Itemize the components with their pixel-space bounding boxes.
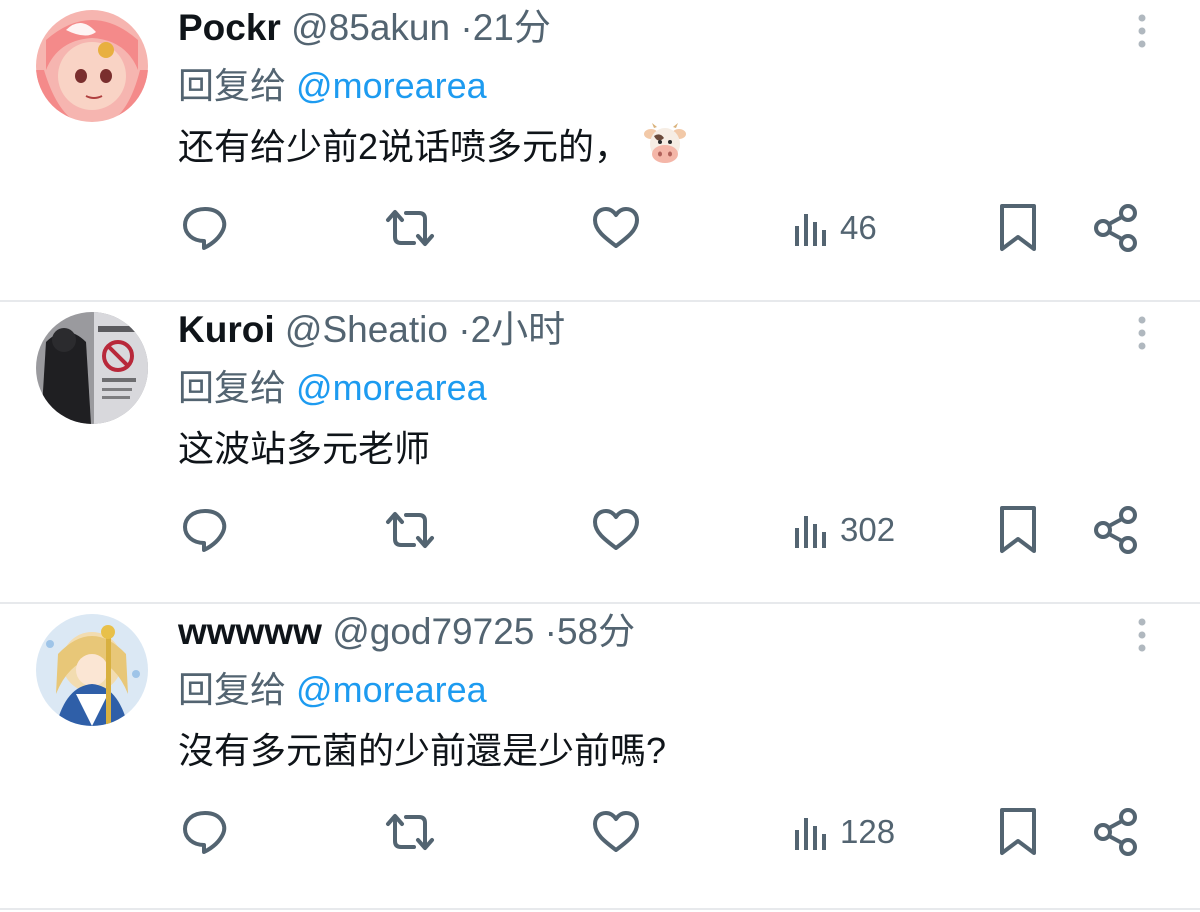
tweet-actions: 46 xyxy=(0,196,1200,260)
tweet-text: 还有给少前2说话喷多元的， xyxy=(178,122,688,172)
avatar[interactable] xyxy=(36,10,148,122)
views-count: 46 xyxy=(840,209,877,246)
share-button[interactable] xyxy=(1090,806,1142,858)
more-options-icon[interactable] xyxy=(1132,314,1152,354)
like-button[interactable] xyxy=(590,806,642,858)
display-name[interactable]: wwwww xyxy=(178,611,322,652)
share-button[interactable] xyxy=(1090,202,1142,254)
views-count: 128 xyxy=(840,813,896,850)
share-icon xyxy=(1094,204,1137,252)
tweet-text-content: 还有给少前2说话喷多元的， xyxy=(178,126,631,167)
tweet-actions: 128 xyxy=(0,800,1200,864)
reply-feed: Pockr @85akun ·21分 回复给 @morearea 还有给少前2说… xyxy=(0,0,1200,910)
views-stat[interactable]: 46 xyxy=(792,202,877,254)
tweet-text: 这波站多元老师 xyxy=(178,426,430,472)
tweet-header: Pockr @85akun ·21分 xyxy=(178,6,551,50)
display-name[interactable]: Pockr xyxy=(178,7,281,48)
more-options-icon[interactable] xyxy=(1132,616,1152,656)
retweet-button[interactable] xyxy=(384,504,436,556)
retweet-icon xyxy=(386,512,434,548)
tweet-text: 沒有多元菌的少前還是少前嗎? xyxy=(178,728,666,774)
retweet-icon xyxy=(386,814,434,850)
cow-face-icon xyxy=(642,122,688,168)
reply-prefix: 回复给 xyxy=(178,367,287,408)
bookmark-icon xyxy=(1000,506,1036,553)
reply-tweet[interactable]: Pockr @85akun ·21分 回复给 @morearea 还有给少前2说… xyxy=(0,0,1200,302)
reply-icon xyxy=(183,509,227,552)
avatar[interactable] xyxy=(36,614,148,726)
tweet-text-content: 沒有多元菌的少前還是少前嗎? xyxy=(178,730,667,771)
replying-to: 回复给 @morearea xyxy=(178,668,487,712)
share-button[interactable] xyxy=(1090,504,1142,556)
tweet-text-content: 这波站多元老师 xyxy=(178,428,431,469)
share-icon xyxy=(1094,808,1137,856)
tweet-header: Kuroi @Sheatio ·2小时 xyxy=(178,308,565,352)
views-stat[interactable]: 302 xyxy=(792,504,895,556)
avatar-image-pink-anime xyxy=(36,10,148,122)
bookmark-button[interactable] xyxy=(994,806,1042,858)
reply-tweet[interactable]: wwwww @god79725 ·58分 回复给 @morearea 沒有多元菌… xyxy=(0,604,1200,910)
user-handle[interactable]: @85akun xyxy=(291,7,450,48)
analytics-icon xyxy=(795,214,826,246)
retweet-button[interactable] xyxy=(384,202,436,254)
bookmark-button[interactable] xyxy=(994,504,1042,556)
avatar[interactable] xyxy=(36,312,148,424)
more-options-icon[interactable] xyxy=(1132,12,1152,52)
avatar-image-no-smoking-sign xyxy=(36,312,148,424)
heart-icon xyxy=(593,509,639,550)
mention-link[interactable]: @morearea xyxy=(296,367,487,408)
share-icon xyxy=(1094,506,1137,554)
reply-prefix: 回复给 xyxy=(178,65,287,106)
views-count: 302 xyxy=(840,511,896,548)
tweet-actions: 302 xyxy=(0,498,1200,562)
bookmark-icon xyxy=(1000,808,1036,855)
reply-button[interactable] xyxy=(180,202,230,254)
separator-dot: · xyxy=(544,611,557,652)
like-button[interactable] xyxy=(590,202,642,254)
bookmark-button[interactable] xyxy=(994,202,1042,254)
replying-to: 回复给 @morearea xyxy=(178,366,487,410)
mention-link[interactable]: @morearea xyxy=(296,65,487,106)
reply-icon xyxy=(183,811,227,854)
views-stat[interactable]: 128 xyxy=(792,806,895,858)
reply-tweet[interactable]: Kuroi @Sheatio ·2小时 回复给 @morearea 这波站多元老… xyxy=(0,302,1200,604)
bookmark-icon xyxy=(1000,204,1036,251)
timestamp[interactable]: 21分 xyxy=(473,7,551,48)
analytics-icon xyxy=(795,818,826,850)
user-handle[interactable]: @god79725 xyxy=(332,611,534,652)
reply-prefix: 回复给 xyxy=(178,669,287,710)
like-button[interactable] xyxy=(590,504,642,556)
tweet-header: wwwww @god79725 ·58分 xyxy=(178,610,635,654)
avatar-image-blonde-anime xyxy=(36,614,148,726)
user-handle[interactable]: @Sheatio xyxy=(285,309,448,350)
heart-icon xyxy=(593,811,639,852)
replying-to: 回复给 @morearea xyxy=(178,64,487,108)
timestamp[interactable]: 2小时 xyxy=(471,309,566,350)
reply-button[interactable] xyxy=(180,806,230,858)
retweet-button[interactable] xyxy=(384,806,436,858)
reply-icon xyxy=(183,207,227,250)
mention-link[interactable]: @morearea xyxy=(296,669,487,710)
analytics-icon xyxy=(795,516,826,548)
reply-button[interactable] xyxy=(180,504,230,556)
separator-dot: · xyxy=(458,309,471,350)
display-name[interactable]: Kuroi xyxy=(178,309,275,350)
retweet-icon xyxy=(386,210,434,246)
heart-icon xyxy=(593,207,639,248)
timestamp[interactable]: 58分 xyxy=(557,611,635,652)
separator-dot: · xyxy=(460,7,473,48)
